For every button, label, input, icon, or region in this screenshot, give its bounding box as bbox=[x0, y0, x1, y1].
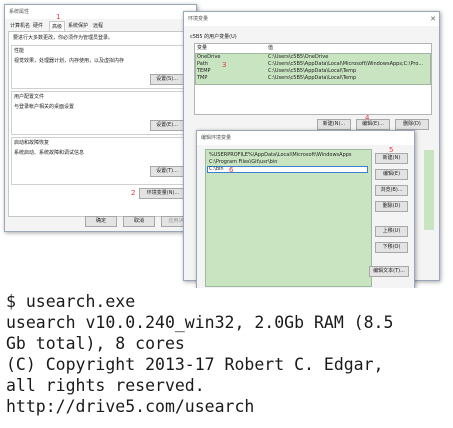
system-vars-placeholder-list bbox=[424, 150, 434, 230]
environment-variables-button[interactable]: 环境变量(N)... bbox=[139, 188, 187, 199]
tab-remote[interactable]: 远程 bbox=[91, 21, 105, 31]
edit-text-button[interactable]: 编辑文本(T)... bbox=[369, 266, 409, 277]
edit-env-title: 编辑环境变量 bbox=[201, 135, 232, 141]
environment-variables-titlebar: 环境变量 ✕ bbox=[184, 12, 439, 26]
table-row-value[interactable]: C:\Users\c5B5\OneDrive bbox=[268, 54, 328, 61]
browse-button[interactable]: 浏览(B)... bbox=[375, 185, 408, 196]
column-header-variable: 变量 bbox=[197, 45, 208, 51]
terminal-output: $ usearch.exe usearch v10.0.240_win32, 2… bbox=[0, 288, 453, 428]
terminal-line: $ usearch.exe bbox=[6, 292, 136, 311]
user-profiles-settings-button[interactable]: 设置(E)... bbox=[150, 120, 184, 131]
table-row-name[interactable]: OneDrive bbox=[197, 54, 221, 61]
column-header-value: 值 bbox=[268, 45, 274, 51]
delete-variable-button[interactable]: 删除(D) bbox=[395, 119, 429, 130]
performance-settings-button[interactable]: 设置(S)... bbox=[150, 74, 184, 85]
edit-variable-button[interactable]: 编辑(E)... bbox=[356, 119, 390, 130]
close-icon[interactable]: ✕ bbox=[430, 12, 436, 26]
delete-entry-button[interactable]: 删除(D) bbox=[375, 201, 408, 212]
move-down-button[interactable]: 下移(O) bbox=[375, 242, 408, 253]
terminal-line: http://drive5.com/usearch bbox=[6, 397, 255, 416]
system-properties-titlebar: 系统属性 bbox=[5, 5, 196, 19]
terminal-line: usearch v10.0.240_win32, 2.0Gb RAM (8.5 bbox=[6, 313, 394, 332]
new-entry-button[interactable]: 新建(N) bbox=[375, 153, 408, 164]
new-variable-button[interactable]: 新建(N)... bbox=[317, 119, 351, 130]
ok-button[interactable]: 确定 bbox=[85, 216, 117, 227]
performance-desc: 视觉效果，处理器计划，内存使用，以及虚拟内存 bbox=[14, 58, 125, 64]
startup-recovery-desc: 系统启动、系统故障和调试信息 bbox=[14, 150, 85, 156]
table-row-value[interactable]: C:\Users\c5B5\AppData\Local\Microsoft\Wi… bbox=[268, 61, 423, 68]
startup-recovery-title: 启动和故障恢复 bbox=[14, 140, 50, 146]
table-row-name[interactable]: TEMP bbox=[197, 68, 211, 75]
list-item[interactable]: C:\Program Files\Git\usr\bin bbox=[209, 159, 277, 166]
user-profiles-desc: 与登录帐户相关的桌面设置 bbox=[14, 104, 75, 110]
user-vars-title: c5B5 的用户变量(U) bbox=[190, 34, 237, 40]
window-title: 系统属性 bbox=[9, 9, 30, 15]
startup-settings-button[interactable]: 设置(T)... bbox=[150, 166, 184, 177]
list-item[interactable]: %USERPROFILE%\AppData\Local\Microsoft\Wi… bbox=[209, 152, 352, 159]
terminal-line: all rights reserved. bbox=[6, 376, 205, 395]
env-window-title: 环境变量 bbox=[188, 16, 209, 22]
table-row-name[interactable]: TMP bbox=[197, 75, 207, 82]
table-row-value[interactable]: C:\Users\c5B5\AppData\Local\Temp bbox=[268, 75, 356, 82]
performance-title: 性能 bbox=[14, 48, 25, 54]
cancel-button[interactable]: 取消 bbox=[123, 216, 155, 227]
system-properties-window: 系统属性 计算机名 硬件 高级 1 系统保护 远程 要进行大多数更改，你必须作为… bbox=[4, 4, 197, 232]
table-row-value[interactable]: C:\Users\c5B5\AppData\Local\Temp bbox=[268, 68, 356, 75]
edit-env-titlebar: 编辑环境变量 bbox=[197, 131, 414, 145]
edit-entry-button[interactable]: 编辑(E) bbox=[375, 169, 408, 180]
annotation-marker-2: 2 bbox=[131, 189, 136, 197]
user-profiles-title: 用户配置文件 bbox=[14, 94, 45, 100]
terminal-line: Gb total), 8 cores bbox=[6, 334, 185, 353]
tab-computer-name[interactable]: 计算机名 bbox=[8, 21, 32, 31]
annotation-marker-3: 3 bbox=[222, 61, 227, 69]
tab-system-protection[interactable]: 系统保护 bbox=[66, 21, 90, 31]
annotation-marker-6: 6 bbox=[229, 166, 234, 174]
admin-notice: 要进行大多数更改，你必须作为管理员登录。 bbox=[13, 35, 114, 41]
list-item-new[interactable]: C:\bin bbox=[209, 166, 224, 173]
terminal-line: (C) Copyright 2013-17 Robert C. Edgar, bbox=[6, 355, 384, 374]
tab-hardware[interactable]: 硬件 bbox=[31, 21, 45, 31]
move-up-button[interactable]: 上移(U) bbox=[375, 226, 408, 237]
edit-environment-variable-window: 编辑环境变量 %USERPROFILE%\AppData\Local\Micro… bbox=[196, 130, 415, 290]
table-row-name[interactable]: Path bbox=[197, 61, 208, 68]
annotation-marker-1: 1 bbox=[56, 13, 61, 21]
